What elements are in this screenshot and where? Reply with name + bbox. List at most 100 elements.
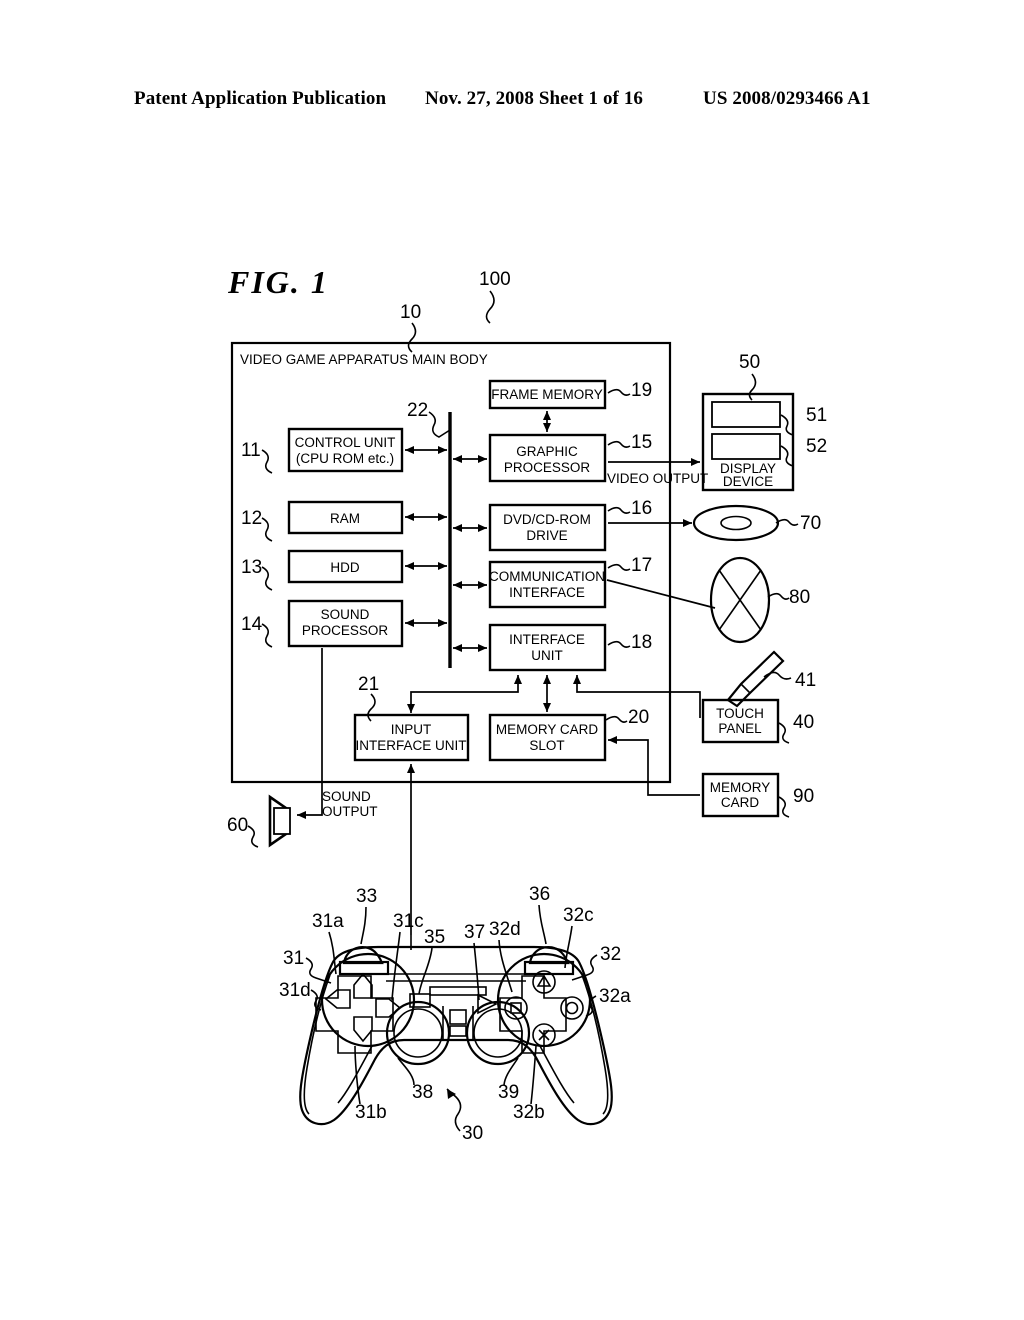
ref-17-leader xyxy=(607,563,631,571)
ref-80-leader xyxy=(767,592,790,600)
ref-10-leader xyxy=(407,322,417,353)
line-memorycard-to-slot xyxy=(608,736,700,796)
ref-20-leader xyxy=(605,715,628,723)
left-analog-stick xyxy=(385,1000,451,1066)
right-analog-stick xyxy=(465,1000,531,1066)
ref-17-label: 17 xyxy=(631,555,652,576)
dpad-right xyxy=(375,998,402,1018)
ref-20-label: 20 xyxy=(628,707,649,728)
input-interface-unit-label-line2: INTERFACE UNIT xyxy=(355,738,466,753)
ref-32-label: 32 xyxy=(600,944,621,965)
ref-31c-label: 31c xyxy=(393,911,424,932)
ref-31d-label: 31d xyxy=(279,980,311,1001)
ref-32c-label: 32c xyxy=(563,905,594,926)
ref-18-label: 18 xyxy=(631,632,652,653)
ref-38-label: 38 xyxy=(412,1082,433,1103)
ref-60-label: 60 xyxy=(227,815,248,836)
ref-33-label: 33 xyxy=(356,886,377,907)
ref-12-label: 12 xyxy=(241,508,262,529)
ref-14-leader xyxy=(261,623,273,648)
ref-12-leader xyxy=(261,517,273,542)
ref-32b-label: 32b xyxy=(513,1102,545,1123)
network-icon xyxy=(709,556,771,644)
ref-16-leader xyxy=(607,506,631,514)
ref-18-leader xyxy=(607,640,631,648)
ref-100-leader xyxy=(485,290,495,324)
arrow-ram-bus xyxy=(405,513,447,521)
arrow-mcs-ifu xyxy=(543,675,551,712)
ref-32d-label: 32d xyxy=(489,919,521,940)
touch-panel-label-line2: PANEL xyxy=(718,721,762,736)
ref-22-leader xyxy=(428,411,451,438)
speaker-icon xyxy=(268,794,291,848)
circle-glyph xyxy=(565,1001,579,1015)
ref-70-leader xyxy=(775,518,799,526)
ref-51-label: 51 xyxy=(806,405,827,426)
line-comm-to-network xyxy=(606,579,716,609)
arrow-sound-processor-bus xyxy=(405,619,447,627)
ref-52-label: 52 xyxy=(806,436,827,457)
line-video-output xyxy=(608,458,700,466)
ref-90-label: 90 xyxy=(793,786,814,807)
memory-card-label-line1: MEMORY xyxy=(710,780,771,795)
ref-37-label: 37 xyxy=(464,922,485,943)
memory-card-slot-label-line2: SLOT xyxy=(529,738,564,753)
ref-40-label: 40 xyxy=(793,712,814,733)
ref-31b-label: 31b xyxy=(355,1102,387,1123)
communication-interface-label-line1: COMMUNICATION xyxy=(489,569,605,584)
ref-11-leader xyxy=(261,449,273,474)
ref-14-label: 14 xyxy=(241,614,263,635)
graphic-processor-label-line2: PROCESSOR xyxy=(504,460,591,475)
arrow-hdd-bus xyxy=(405,562,447,570)
ref-33-leader xyxy=(360,906,367,945)
ref-30-label: 30 xyxy=(462,1123,483,1144)
optical-disc-icon xyxy=(692,504,780,542)
arrow-framemem-gpu xyxy=(543,411,551,432)
ref-60-leader xyxy=(247,825,259,848)
display-screen-upper xyxy=(711,401,781,428)
arrow-control-unit-bus xyxy=(405,446,447,454)
sound-processor-label-line2: PROCESSOR xyxy=(302,623,389,638)
center-button-lower xyxy=(449,1025,467,1037)
ref-10-label: 10 xyxy=(400,302,421,323)
line-soundprocessor-to-speaker xyxy=(297,648,323,819)
ref-80-label: 80 xyxy=(789,587,810,608)
ref-41-label: 41 xyxy=(795,670,816,691)
memory-card-slot-label-line1: MEMORY CARD xyxy=(496,722,599,737)
control-unit-label-line2: (CPU ROM etc.) xyxy=(296,451,394,466)
control-unit-label-line1: CONTROL UNIT xyxy=(295,435,396,450)
arrow-bus-comm xyxy=(453,581,487,589)
graphic-processor-label-line1: GRAPHIC xyxy=(516,444,578,459)
line-inputif-to-ifu xyxy=(407,675,522,713)
ref-19-leader xyxy=(607,388,631,396)
patent-drawing-page: Patent Application Publication Nov. 27, … xyxy=(0,0,1024,1320)
ref-37-leader xyxy=(473,942,480,1001)
ref-11-label: 11 xyxy=(241,440,261,461)
ref-36-label: 36 xyxy=(529,884,550,905)
ref-15-leader xyxy=(607,440,631,448)
sound-processor-label-line1: SOUND xyxy=(321,607,370,622)
ref-32a-label: 32a xyxy=(599,986,631,1007)
ref-30-leader xyxy=(446,1088,462,1132)
center-button-upper xyxy=(449,1009,467,1025)
ref-35-label: 35 xyxy=(424,927,445,948)
ref-50-label: 50 xyxy=(739,352,760,373)
ref-13-leader xyxy=(261,566,273,591)
input-interface-unit-label-line1: INPUT xyxy=(391,722,432,737)
touch-panel-label-line1: TOUCH xyxy=(716,706,764,721)
arrow-bus-gpu xyxy=(453,455,487,463)
interface-unit-label-line2: UNIT xyxy=(531,648,563,663)
ref-16-label: 16 xyxy=(631,498,652,519)
ref-70-label: 70 xyxy=(800,513,821,534)
dvd-drive-label-line1: DVD/CD-ROM xyxy=(503,512,591,527)
main-body-title: VIDEO GAME APPARATUS MAIN BODY xyxy=(240,352,488,367)
arrow-bus-dvd xyxy=(453,524,487,532)
line-dvd-to-disc xyxy=(608,519,692,527)
dpad-up xyxy=(353,972,373,999)
dpad-down xyxy=(353,1016,373,1043)
ref-40-leader xyxy=(778,722,790,744)
interface-unit-label-line1: INTERFACE xyxy=(509,632,585,647)
ref-31-label: 31 xyxy=(283,948,304,969)
memory-card-label-line2: CARD xyxy=(721,795,760,810)
stylus-icon xyxy=(726,650,785,708)
